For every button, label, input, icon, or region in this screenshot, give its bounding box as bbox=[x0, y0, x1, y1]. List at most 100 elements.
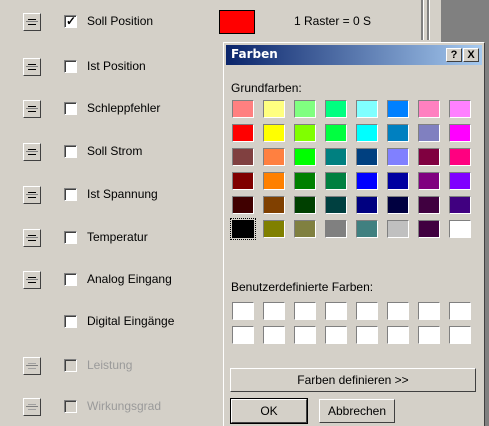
signal-row: Ist Spannung bbox=[0, 184, 215, 208]
spinner-icon[interactable] bbox=[23, 186, 41, 204]
color-swatch[interactable] bbox=[219, 10, 255, 34]
color-swatch[interactable] bbox=[418, 196, 440, 214]
signal-checkbox[interactable] bbox=[64, 145, 77, 158]
color-swatch[interactable] bbox=[387, 220, 409, 238]
color-swatch[interactable] bbox=[325, 124, 347, 142]
color-swatch[interactable] bbox=[263, 172, 285, 190]
signal-checkbox[interactable] bbox=[64, 273, 77, 286]
cancel-button[interactable]: Abbrechen bbox=[319, 399, 395, 423]
color-swatch[interactable] bbox=[294, 100, 316, 118]
signal-checkbox[interactable] bbox=[64, 315, 77, 328]
signal-checkbox[interactable] bbox=[64, 188, 77, 201]
color-swatch[interactable] bbox=[418, 220, 440, 238]
color-swatch[interactable] bbox=[294, 148, 316, 166]
define-colors-button[interactable]: Farben definieren >> bbox=[230, 368, 476, 392]
color-swatch[interactable] bbox=[418, 172, 440, 190]
color-swatch[interactable] bbox=[449, 100, 471, 118]
color-swatch[interactable] bbox=[325, 196, 347, 214]
color-swatch[interactable] bbox=[263, 196, 285, 214]
custom-color-swatch[interactable] bbox=[387, 302, 409, 320]
signal-checkbox[interactable] bbox=[64, 60, 77, 73]
color-swatch[interactable] bbox=[449, 124, 471, 142]
custom-color-swatch[interactable] bbox=[387, 326, 409, 344]
custom-color-swatch[interactable] bbox=[356, 326, 378, 344]
color-swatch[interactable] bbox=[356, 196, 378, 214]
signal-row: Leistung bbox=[0, 355, 215, 379]
signal-checkbox bbox=[64, 359, 77, 372]
color-swatch[interactable] bbox=[387, 100, 409, 118]
custom-color-swatch[interactable] bbox=[263, 302, 285, 320]
color-swatch[interactable] bbox=[387, 124, 409, 142]
custom-color-swatch[interactable] bbox=[232, 326, 254, 344]
color-swatch[interactable] bbox=[263, 148, 285, 166]
dialog-titlebar[interactable]: Farben ? X bbox=[226, 45, 482, 65]
signal-row: ✓ Soll Position bbox=[0, 11, 215, 35]
signal-checkbox[interactable] bbox=[64, 102, 77, 115]
custom-color-swatch[interactable] bbox=[356, 302, 378, 320]
color-swatch[interactable] bbox=[263, 100, 285, 118]
signal-row: Ist Position bbox=[0, 56, 215, 80]
color-swatch[interactable] bbox=[325, 172, 347, 190]
custom-color-swatch[interactable] bbox=[325, 302, 347, 320]
color-swatch[interactable] bbox=[449, 148, 471, 166]
custom-color-swatch[interactable] bbox=[418, 326, 440, 344]
color-swatch[interactable] bbox=[294, 196, 316, 214]
color-swatch[interactable] bbox=[449, 172, 471, 190]
signal-label: Temperatur bbox=[87, 230, 148, 244]
spinner-icon[interactable] bbox=[23, 229, 41, 247]
color-swatch[interactable] bbox=[356, 148, 378, 166]
custom-color-swatch[interactable] bbox=[325, 326, 347, 344]
custom-color-swatch[interactable] bbox=[263, 326, 285, 344]
color-swatch[interactable] bbox=[325, 220, 347, 238]
color-swatch[interactable] bbox=[294, 172, 316, 190]
spinner-icon[interactable] bbox=[23, 143, 41, 161]
ok-button[interactable]: OK bbox=[230, 398, 308, 424]
color-swatch[interactable] bbox=[356, 124, 378, 142]
color-swatch[interactable] bbox=[387, 148, 409, 166]
signal-row: Schleppfehler bbox=[0, 98, 215, 122]
signal-checkbox[interactable] bbox=[64, 231, 77, 244]
color-swatch[interactable] bbox=[387, 172, 409, 190]
color-swatch[interactable] bbox=[325, 100, 347, 118]
color-swatch[interactable] bbox=[232, 172, 254, 190]
custom-color-swatch[interactable] bbox=[294, 326, 316, 344]
close-button[interactable]: X bbox=[463, 48, 479, 62]
custom-color-swatch[interactable] bbox=[418, 302, 440, 320]
spinner-icon[interactable] bbox=[23, 13, 41, 31]
color-swatch[interactable] bbox=[294, 124, 316, 142]
color-swatch[interactable] bbox=[418, 100, 440, 118]
spinner-icon[interactable] bbox=[23, 271, 41, 289]
color-swatch[interactable] bbox=[418, 124, 440, 142]
color-swatch[interactable] bbox=[356, 220, 378, 238]
spinner-icon bbox=[23, 398, 41, 416]
color-swatch[interactable] bbox=[232, 196, 254, 214]
basic-colors-label: Grundfarben: bbox=[231, 81, 302, 95]
signal-row: Digital Eingänge bbox=[0, 311, 215, 335]
color-swatch[interactable] bbox=[232, 100, 254, 118]
signal-checkbox[interactable]: ✓ bbox=[64, 14, 77, 28]
custom-color-swatch[interactable] bbox=[449, 302, 471, 320]
signal-checkbox bbox=[64, 400, 77, 413]
color-swatch[interactable] bbox=[263, 220, 285, 238]
dialog-title: Farben bbox=[231, 47, 278, 61]
color-swatch[interactable] bbox=[449, 220, 471, 238]
color-swatch[interactable] bbox=[449, 196, 471, 214]
color-swatch[interactable] bbox=[232, 148, 254, 166]
spinner-icon[interactable] bbox=[23, 100, 41, 118]
splitter bbox=[421, 0, 424, 40]
color-swatch[interactable] bbox=[294, 220, 316, 238]
custom-color-swatch[interactable] bbox=[232, 302, 254, 320]
color-swatch[interactable] bbox=[232, 124, 254, 142]
color-swatch[interactable] bbox=[230, 218, 256, 240]
help-button[interactable]: ? bbox=[446, 48, 462, 62]
color-swatch[interactable] bbox=[418, 148, 440, 166]
custom-color-swatch[interactable] bbox=[294, 302, 316, 320]
color-swatch[interactable] bbox=[263, 124, 285, 142]
spinner-icon[interactable] bbox=[23, 58, 41, 76]
color-swatch[interactable] bbox=[356, 172, 378, 190]
color-swatch[interactable] bbox=[356, 100, 378, 118]
splitter bbox=[427, 0, 430, 40]
custom-color-swatch[interactable] bbox=[449, 326, 471, 344]
color-swatch[interactable] bbox=[325, 148, 347, 166]
color-swatch[interactable] bbox=[387, 196, 409, 214]
